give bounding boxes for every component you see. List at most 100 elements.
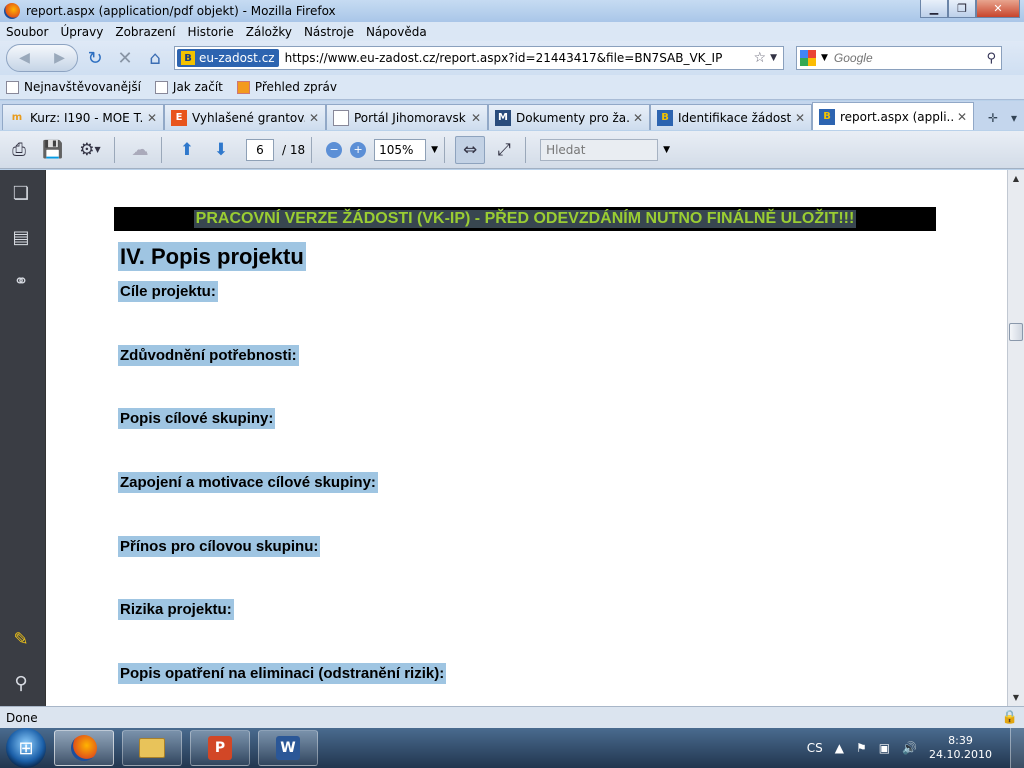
bookmark-label: Nejnavštěvovanější (24, 80, 141, 94)
taskbar-powerpoint[interactable]: P (190, 730, 250, 766)
forward-arrow-icon[interactable]: ▶ (54, 50, 65, 66)
close-button[interactable]: ✕ (976, 0, 1020, 18)
url-dropdown-icon[interactable]: ▼ (770, 53, 777, 63)
menu-nastroje[interactable]: Nástroje (304, 25, 354, 39)
taskbar: ⊞ P W CS ▲ ⚑ ▣ 🔊 8:39 24.10.2010 (0, 728, 1024, 768)
scroll-thumb[interactable] (1009, 323, 1023, 341)
word-icon: W (276, 736, 300, 760)
tab-close-icon[interactable]: ✕ (309, 111, 319, 125)
bookmarks-panel-icon[interactable]: ▤ (8, 224, 34, 250)
zoom-select[interactable]: 105% (374, 138, 427, 161)
bookmark-most-visited[interactable]: Nejnavštěvovanější (6, 80, 141, 94)
save-icon[interactable]: 💾 (38, 136, 68, 164)
menu-zobrazeni[interactable]: Zobrazení (115, 25, 175, 39)
clock[interactable]: 8:39 24.10.2010 (929, 734, 992, 762)
page-total: / 18 (282, 142, 306, 157)
maximize-button[interactable]: ❐ (948, 0, 976, 18)
tabs-list-icon[interactable]: ▾ (1006, 106, 1022, 130)
menu-upravy[interactable]: Úpravy (60, 25, 103, 39)
zoom-in-icon[interactable]: + (350, 141, 367, 158)
google-icon[interactable] (800, 50, 816, 66)
pdf-page: PRACOVNÍ VERZE ŽÁDOSTI (VK-IP) - PŘED OD… (45, 170, 1007, 706)
comments-icon[interactable]: ✎ (8, 626, 34, 652)
collaborate-icon[interactable]: ☁ (125, 136, 155, 164)
tab-close-icon[interactable]: ✕ (471, 111, 481, 125)
back-arrow-icon[interactable]: ◀ (19, 50, 30, 66)
fit-width-icon[interactable]: ⇔ (455, 135, 486, 164)
tab-close-icon[interactable]: ✕ (795, 111, 805, 125)
zoom-value: 105% (379, 142, 414, 157)
new-tab-icon[interactable]: ✛ (980, 106, 1006, 130)
field-risk-mitigation: Popis opatření na eliminaci (odstranění … (118, 663, 447, 684)
window-title: report.aspx (application/pdf objekt) - M… (26, 4, 336, 18)
tab-identifikace[interactable]: B Identifikace žádosti ✕ (650, 104, 812, 130)
tab-close-icon[interactable]: ✕ (957, 110, 967, 124)
msmt-icon: M (495, 109, 511, 126)
zoom-out-icon[interactable]: − (326, 141, 343, 158)
tab-dokumenty[interactable]: M Dokumenty pro ža... ✕ (488, 104, 650, 130)
tab-grant[interactable]: E Vyhlašené grantov... ✕ (164, 104, 326, 130)
tab-portal[interactable]: Portál Jihomoravsk... ✕ (326, 104, 488, 130)
scroll-down-icon[interactable]: ▼ (1008, 689, 1024, 706)
tab-label: Identifikace žádosti (678, 110, 791, 125)
search-panel-icon[interactable]: ⚭ (8, 268, 34, 294)
find-input[interactable]: Hledat (540, 138, 659, 161)
title-bar: report.aspx (application/pdf objekt) - M… (0, 0, 1024, 22)
print-icon[interactable]: ⎙ (4, 136, 34, 164)
pages-panel-icon[interactable]: ❏ (8, 180, 34, 206)
network-icon[interactable]: ▣ (879, 741, 890, 755)
tab-close-icon[interactable]: ✕ (633, 111, 643, 125)
scroll-up-icon[interactable]: ▲ (1008, 170, 1024, 187)
home-icon[interactable]: ⌂ (142, 45, 168, 71)
field-goals: Cíle projektu: (118, 281, 218, 302)
taskbar-explorer[interactable] (122, 730, 182, 766)
fit-page-icon[interactable]: ⤢ (489, 136, 519, 164)
zoom-dropdown-icon[interactable]: ▼ (431, 145, 438, 155)
attachments-icon[interactable]: ⚲ (8, 670, 34, 696)
tab-close-icon[interactable]: ✕ (147, 111, 157, 125)
page-number-input[interactable]: 6 (246, 138, 274, 161)
field-engagement: Zapojení a motivace cílové skupiny: (118, 472, 378, 493)
field-risks: Rizika projektu: (118, 599, 234, 620)
url-bar[interactable]: B eu-zadost.cz https://www.eu-zadost.cz/… (174, 46, 784, 70)
lock-icon[interactable]: 🔒 (1002, 710, 1018, 725)
tabs-bar: m Kurz: I190 - MOE T... ✕ E Vyhlašené gr… (0, 101, 1024, 130)
tab-label: Dokumenty pro ža... (516, 110, 629, 125)
show-desktop-button[interactable] (1010, 728, 1024, 768)
menu-zalozky[interactable]: Záložky (246, 25, 292, 39)
search-input[interactable] (833, 51, 974, 65)
next-page-icon[interactable]: ⬇ (206, 136, 236, 164)
show-hidden-icons-icon[interactable]: ▲ (835, 741, 844, 755)
toolbar-divider (525, 136, 527, 163)
language-indicator[interactable]: CS (807, 741, 823, 755)
share-icon[interactable]: ⚙ ▼ (72, 136, 108, 164)
field-justification: Zdůvodnění potřebnosti: (118, 345, 299, 366)
site-identity-badge[interactable]: B eu-zadost.cz (177, 49, 279, 67)
flag-icon[interactable]: ⚑ (856, 741, 867, 755)
stop-icon[interactable]: ✕ (112, 45, 138, 71)
volume-icon[interactable]: 🔊 (902, 741, 917, 755)
search-engine-dropdown-icon[interactable]: ▼ (821, 53, 828, 63)
taskbar-word[interactable]: W (258, 730, 318, 766)
menu-historie[interactable]: Historie (187, 25, 233, 39)
menu-soubor[interactable]: Soubor (6, 25, 48, 39)
reload-icon[interactable]: ↻ (82, 45, 108, 71)
tab-kurz[interactable]: m Kurz: I190 - MOE T... ✕ (2, 104, 164, 130)
bookmark-news[interactable]: Přehled zpráv (236, 80, 337, 94)
bookmark-getting-started[interactable]: Jak začít (154, 80, 223, 94)
menu-napoveda[interactable]: Nápověda (366, 25, 427, 39)
search-box[interactable]: ▼ ⚲ (796, 46, 1002, 70)
find-dropdown-icon[interactable]: ▼ (663, 145, 670, 155)
start-button[interactable]: ⊞ (6, 728, 46, 768)
previous-page-icon[interactable]: ⬆ (172, 136, 202, 164)
taskbar-firefox[interactable] (54, 730, 114, 766)
b-logo-icon: B (181, 51, 195, 65)
section-title: IV. Popis projektu (118, 242, 306, 271)
minimize-button[interactable]: ▁ (920, 0, 948, 18)
firefox-icon (71, 735, 97, 761)
search-magnifier-icon[interactable]: ⚲ (986, 51, 996, 66)
url-text[interactable]: https://www.eu-zadost.cz/report.aspx?id=… (285, 51, 723, 65)
bookmark-star-icon[interactable]: ☆ (754, 50, 767, 66)
vertical-scrollbar[interactable]: ▲ ▼ (1007, 170, 1024, 706)
tab-report[interactable]: B report.aspx (appli... ✕ (812, 102, 974, 130)
